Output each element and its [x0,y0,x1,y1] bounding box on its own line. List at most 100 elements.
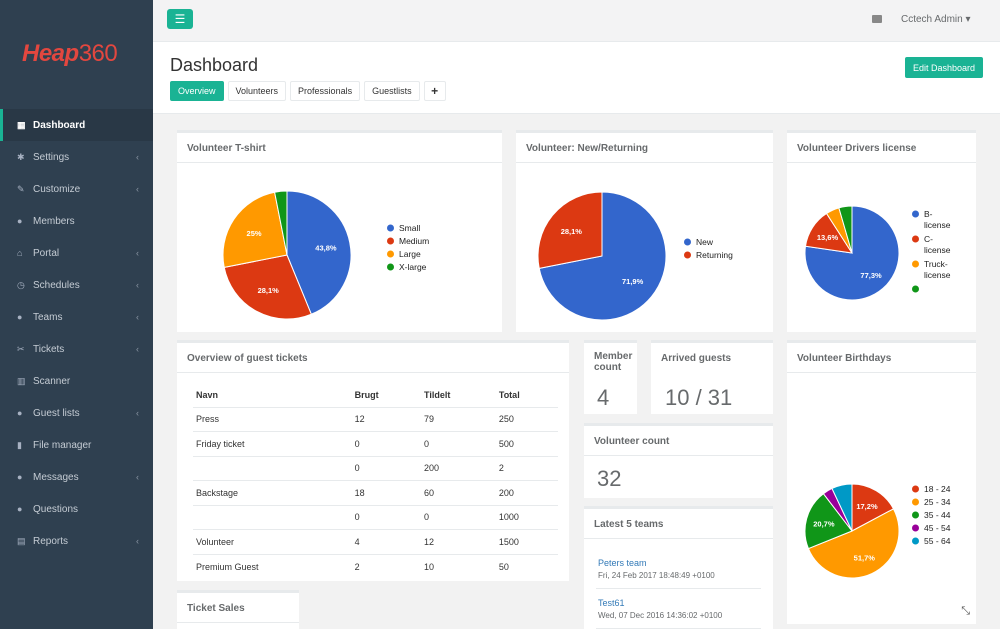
team-timestamp: Wed, 07 Dec 2016 14:36:02 +0100 [598,611,723,620]
table-row: Backstage 18 60 200 [193,480,558,506]
table-cell: 10 [424,561,435,572]
sidebar-item-label: Guest lists [33,407,80,419]
edit-dashboard-button[interactable]: Edit Dashboard [904,57,983,78]
legend-dot [912,260,919,268]
table-cell: 1500 [495,529,558,555]
sidebar-item-members[interactable]: ● Members [0,205,153,237]
sidebar-item-label: Reports [33,535,69,547]
table-cell: 12 [421,529,496,555]
sidebar-item-messages[interactable]: ● Messages ‹ [0,461,153,493]
legend-dot [912,210,919,218]
sidebar-item-settings[interactable]: ✱ Settings ‹ [0,141,153,173]
tab-professionals[interactable]: Professionals [290,81,361,101]
envelope-icon[interactable] [872,15,882,23]
table-row: Volunteer 4 12 1500 [193,529,558,555]
sidebar-item-label: Schedules [33,279,80,291]
member-count-value: 4 [597,385,610,410]
brush-icon: ✎ [17,183,25,194]
legend-label: license [924,270,951,280]
column-header: Tildelt [421,383,496,408]
tab-guestlists[interactable]: Guestlists [364,81,420,101]
chevron-left-icon: ‹ [136,312,139,322]
tab-volunteers[interactable]: Volunteers [227,81,287,101]
table-cell: Backstage [193,480,352,506]
panel-title: Overview of guest tickets [177,343,569,373]
table-cell: 0 [351,505,422,530]
table-row: Friday ticket 0 0 500 [193,431,558,457]
sidebar-item-dashboard[interactable]: ▦ Dashboard [0,109,153,141]
hamburger-icon: ☰ [174,12,186,26]
resize-icon[interactable]: ⤡ [961,605,970,618]
column-header: Navn [193,383,352,408]
add-tab-button[interactable]: + [423,81,446,101]
user-menu[interactable]: Cctech Admin ▾ [901,14,971,25]
guest-tickets-panel: Overview of guest tickets Navn Brugt Tilde… [177,340,569,581]
table-cell: 200 [421,456,496,481]
table-row: 0 0 1000 [193,505,558,530]
panel-title: Arrived guests [661,353,732,364]
guest-tickets-table: Navn Brugt Tildelt Total Press 12 79 250 Friday… [193,383,558,579]
sidebar-item-teams[interactable]: ● Teams ‹ [0,301,153,333]
sidebar-item-guest-lists[interactable]: ● Guest lists ‹ [0,397,153,429]
sidebar-item-customize[interactable]: ✎ Customize ‹ [0,173,153,205]
legend-label: B- [924,209,933,219]
legend-label: New [696,237,714,247]
chevron-left-icon: ‹ [136,536,139,546]
legend-label: 35 - 44 [924,510,951,520]
new-returning-panel: Volunteer: New/Returning 71,9% 28,1% New Re… [516,130,773,332]
panel-title: Volunteer: New/Returning [516,133,773,163]
panel-title: Latest 5 teams [584,509,773,539]
legend-label: Medium [399,236,429,246]
legend-dot [912,498,919,506]
column-header: Total [495,383,558,408]
sidebar-item-reports[interactable]: ▤ Reports ‹ [0,525,153,557]
panel-title: Volunteer count [584,426,773,456]
sidebar-item-label: Members [33,215,75,227]
chevron-left-icon: ‹ [136,184,139,194]
sidebar-item-label: Messages [33,471,79,483]
sidebar-item-portal[interactable]: ⌂ Portal ‹ [0,237,153,269]
panel-title: Volunteer Drivers license [787,133,976,163]
legend-dot [912,524,919,532]
calendar-icon: ▦ [17,119,26,130]
team-timestamp: Fri, 24 Feb 2017 18:48:49 +0100 [598,571,715,580]
birthdays-panel: Volunteer Birthdays 17,2% 51,7% 20,7% 18 - … [787,340,976,624]
chevron-left-icon: ‹ [136,248,139,258]
menu-toggle-button[interactable]: ☰ [167,9,193,29]
sidebar-item-questions[interactable]: ● Questions [0,493,153,525]
latest-teams-panel: Latest 5 teams Peters team Fri, 24 Feb 20… [584,506,773,629]
legend-label: 55 - 64 [924,536,951,546]
slice-label: 28,1% [561,227,583,236]
slice-label: 28,1% [258,286,280,295]
chevron-left-icon: ‹ [136,280,139,290]
table-cell [193,505,352,530]
teams-list: Peters team Fri, 24 Feb 2017 18:48:49 +01… [584,539,773,629]
legend-label: Truck- [924,259,948,269]
sidebar-item-file-manager[interactable]: ▮ File manager [0,429,153,461]
team-link[interactable]: Test61 [598,598,761,608]
sidebar-item-tickets[interactable]: ✂ Tickets ‹ [0,333,153,365]
legend-dot [684,238,691,246]
list-item: Peters team Fri, 24 Feb 2017 18:48:49 +01… [596,549,761,589]
sidebar-item-scanner[interactable]: ▥ Scanner [0,365,153,397]
user-icon: ● [17,216,23,226]
legend-label: Large [399,249,421,259]
chevron-left-icon: ‹ [136,152,139,162]
tab-overview[interactable]: Overview [170,81,224,101]
logo[interactable]: Heap360 [22,40,118,68]
sidebar-item-label: Teams [33,311,63,323]
table-cell: 0 [351,456,422,481]
legend-label: C- [924,234,933,244]
table-cell: 79 [421,407,496,432]
legend-label: 45 - 54 [924,523,951,533]
table-row: Premium Guest 2 10 50 [193,554,558,579]
panel-title: Volunteer T-shirt [177,133,502,163]
team-link[interactable]: Peters team [598,558,761,568]
list-item: Test61 Wed, 07 Dec 2016 14:36:02 +0100 [596,589,761,629]
slice-label: 71,9% [622,277,644,286]
table-cell [193,456,352,481]
sidebar-item-schedules[interactable]: ◷ Schedules ‹ [0,269,153,301]
page-title: Dashboard [170,55,259,75]
table-cell: 18 [351,480,422,506]
home-icon: ⌂ [17,248,23,258]
